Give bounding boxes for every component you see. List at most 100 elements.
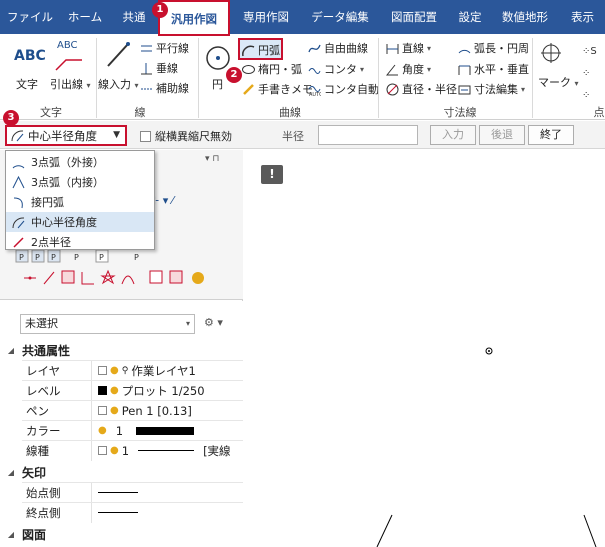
- ellipse-arc-button[interactable]: 楕円・弧: [242, 61, 302, 77]
- text-button[interactable]: 文字: [16, 76, 38, 92]
- end-button[interactable]: 終了: [528, 125, 574, 145]
- conta-button[interactable]: コンタ ▾: [308, 61, 364, 77]
- collapse-icon: ◢: [7, 529, 15, 539]
- free-curve-button[interactable]: 自由曲線: [308, 40, 368, 56]
- prop-row-level[interactable]: レベル ● プロット 1/250: [22, 380, 243, 401]
- conta-auto-button[interactable]: AUTO コンタ自動: [308, 81, 379, 97]
- canvas-graphics: [376, 347, 597, 547]
- section-common-attributes[interactable]: ◢ 共通属性: [0, 340, 243, 360]
- angle-dim-button[interactable]: 角度 ▾: [386, 61, 431, 77]
- section-drawing[interactable]: ◢ 図面: [0, 524, 243, 544]
- prop-row-layer[interactable]: レイヤ ● ⚲ 作業レイヤ1: [22, 360, 243, 381]
- selection-combo[interactable]: 未選択 ▾: [20, 314, 195, 334]
- arrow-sample: [98, 492, 138, 493]
- drawing-canvas[interactable]: !: [244, 150, 605, 547]
- mark-button[interactable]: マーク ▾: [538, 74, 579, 90]
- color-swatch: [136, 426, 195, 435]
- dim-edit-button[interactable]: 寸法編集 ▾: [458, 81, 525, 97]
- handwrite-memo-button[interactable]: 手書きメモ: [242, 81, 313, 97]
- tab-settings[interactable]: 設定: [450, 0, 490, 34]
- arc-icon: [242, 44, 255, 57]
- step-badge-2: 2: [226, 67, 242, 83]
- svg-text:P: P: [51, 253, 56, 262]
- bulb-icon: ●: [110, 445, 119, 456]
- ribbon-tab-bar: ファイル ホーム 共通 汎用作図 専用作図 データ編集 図面配置 設定 数値地形…: [0, 0, 605, 36]
- prop-row-color[interactable]: カラー ● 1: [22, 420, 243, 441]
- ribbon: ABC 文字 ABC 引出線 ▾ 文字 線入力 ▾ 平行線 垂線 補助線 線 円…: [0, 34, 605, 120]
- popup-item-center-radius-angle[interactable]: 中心半径角度: [6, 212, 154, 232]
- arc-length-icon: [458, 42, 471, 55]
- line-input-button[interactable]: 線入力 ▾: [98, 76, 139, 92]
- aspect-ratio-checkbox[interactable]: 縦横異縮尺無効: [140, 128, 232, 144]
- auxiliary-line-button[interactable]: 補助線: [140, 80, 189, 96]
- section-arrow[interactable]: ◢ 矢印: [0, 462, 243, 482]
- snap-tool-icons[interactable]: [22, 268, 212, 288]
- tab-common[interactable]: 共通: [112, 0, 156, 34]
- leader-abc-icon: ABC: [57, 40, 78, 51]
- input-button[interactable]: 入力: [430, 125, 476, 145]
- diameter-radius-button[interactable]: 直径・半径: [386, 81, 457, 97]
- parallel-line-button[interactable]: 平行線: [140, 40, 189, 56]
- ellipse-icon: [242, 63, 255, 76]
- back-button[interactable]: 後退: [479, 125, 525, 145]
- svg-text:⁘: ⁘: [582, 90, 590, 101]
- pencil-icon: [242, 83, 255, 96]
- tab-drawing-layout[interactable]: 図面配置: [380, 0, 448, 34]
- circle-button[interactable]: 円: [212, 76, 223, 92]
- construction-line: [583, 514, 597, 547]
- straight-dim-button[interactable]: 直線 ▾: [386, 40, 431, 56]
- popup-item-3pt-outer[interactable]: 3点弧（外接）: [6, 152, 154, 172]
- popup-item-3pt-inner[interactable]: 3点弧（内接）: [6, 172, 154, 192]
- tab-dedicated-drawing[interactable]: 専用作図: [233, 0, 299, 34]
- prop-row-end-side[interactable]: 終点側: [22, 502, 243, 523]
- radius-label: 半径: [282, 130, 304, 143]
- group-label-text: 文字: [40, 106, 62, 119]
- collapse-icon: ◢: [7, 345, 15, 355]
- chevron-down-icon: ▾: [185, 319, 190, 328]
- ribbon-separator: [378, 38, 379, 118]
- tab-general-drawing[interactable]: 汎用作図: [158, 0, 230, 36]
- center-radius-angle-icon: [12, 216, 25, 229]
- property-settings-icon[interactable]: ⚙ ▾: [204, 316, 223, 329]
- vertical-line-button[interactable]: 垂線: [140, 60, 178, 76]
- mark-icon: [540, 42, 562, 67]
- tab-file[interactable]: ファイル: [2, 0, 58, 34]
- svg-text:⁘: ⁘: [582, 68, 590, 79]
- prop-row-start-side[interactable]: 始点側: [22, 482, 243, 503]
- panel-pin-icon[interactable]: ▾ ⊓: [205, 154, 219, 164]
- popup-item-tangent-arc[interactable]: 接円弧: [6, 192, 154, 212]
- arc-mode-value: 中心半径角度: [28, 128, 97, 143]
- leader-line-icon: [54, 54, 84, 75]
- group-label-dimension: 寸法線: [443, 106, 477, 119]
- tab-home[interactable]: ホーム: [60, 0, 110, 34]
- checkbox-box[interactable]: [140, 130, 151, 142]
- svg-text:AUTO: AUTO: [309, 92, 321, 96]
- construction-line: [376, 514, 393, 547]
- tangent-arc-icon: [12, 196, 25, 209]
- arc-3pt-inner-icon: [12, 175, 25, 189]
- horizontal-vertical-button[interactable]: 水平・垂直: [458, 61, 529, 77]
- arc-mode-dropdown[interactable]: 中心半径角度 ▼: [5, 125, 127, 146]
- two-point-radius-icon: [12, 236, 25, 249]
- free-curve-icon: [308, 42, 321, 55]
- group-label-curve: 曲線: [279, 106, 301, 119]
- dim-edit-icon: [458, 83, 471, 96]
- step-badge-1: 1: [152, 2, 168, 18]
- leader-button[interactable]: 引出線 ▾: [50, 76, 91, 92]
- svg-text:P: P: [99, 253, 104, 262]
- tab-view[interactable]: 表示: [560, 0, 605, 34]
- point-tools-icons[interactable]: ⁘S ⁘ ⁘: [580, 42, 602, 102]
- radius-input[interactable]: [318, 125, 418, 145]
- arc-length-button[interactable]: 弧長・円周: [458, 40, 529, 56]
- bulb-icon: ●: [110, 405, 119, 416]
- command-bar: 中心半径角度 ▼ 縦横異縮尺無効 半径 入力 後退 終了: [0, 121, 605, 149]
- popup-item-2pt-radius[interactable]: 2点半径: [6, 232, 154, 252]
- bulb-icon: ●: [110, 365, 119, 376]
- diameter-icon: [386, 83, 399, 96]
- prop-row-linetype[interactable]: 線種 ● 1 [実線: [22, 440, 243, 461]
- tab-data-edit[interactable]: データ編集: [302, 0, 378, 34]
- prop-row-pen[interactable]: ペン ● Pen 1 [0.13]: [22, 400, 243, 421]
- arc-3pt-outer-icon: [12, 156, 25, 169]
- tab-numeric-terrain[interactable]: 数値地形: [492, 0, 558, 34]
- arc-button-label: 円弧: [242, 42, 280, 58]
